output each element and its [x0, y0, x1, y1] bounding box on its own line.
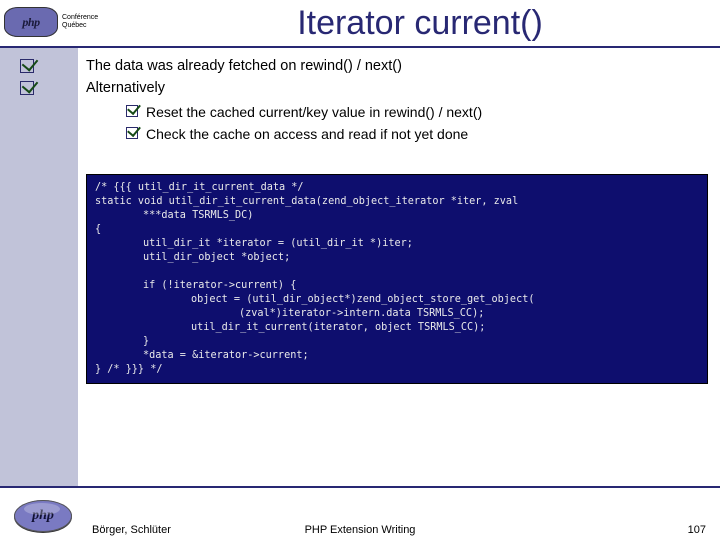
- conf-text-1: Conférence: [62, 14, 98, 22]
- footer-authors: Börger, Schlüter: [92, 524, 171, 536]
- checkbox-icon: [126, 105, 138, 117]
- sub-bullet-item: Check the cache on access and read if no…: [126, 124, 706, 144]
- page-number: 107: [688, 524, 706, 536]
- checkbox-icon: [20, 81, 34, 95]
- sub-bullet-item: Reset the cached current/key value in re…: [126, 102, 706, 122]
- sub-bullet-text: Check the cache on access and read if no…: [146, 124, 468, 144]
- php-logo-icon: php: [14, 500, 72, 532]
- slide: php Conférence Québec Iterator current()…: [0, 0, 720, 540]
- footer: php Börger, Schlüter PHP Extension Writi…: [0, 486, 720, 540]
- topbar: php Conférence Québec Iterator current(): [0, 0, 720, 48]
- checkbox-icon: [126, 127, 138, 139]
- left-stripe: [0, 0, 78, 540]
- bullet-text: Alternatively: [86, 78, 165, 98]
- code-block: /* {{{ util_dir_it_current_data */ stati…: [86, 174, 708, 384]
- slide-title: Iterator current(): [130, 4, 710, 43]
- checkbox-icon: [20, 59, 34, 73]
- footer-title: PHP Extension Writing: [305, 524, 416, 536]
- sub-bullet-list: Reset the cached current/key value in re…: [126, 102, 706, 144]
- sub-bullet-text: Reset the cached current/key value in re…: [146, 102, 482, 122]
- content-area: The data was already fetched on rewind()…: [86, 56, 706, 152]
- conference-logo: php Conférence Québec: [4, 2, 104, 42]
- conf-text-2: Québec: [62, 22, 98, 30]
- bullet-item: The data was already fetched on rewind()…: [86, 56, 706, 76]
- bullet-text: The data was already fetched on rewind()…: [86, 56, 402, 76]
- php-badge-icon: php: [4, 7, 58, 37]
- bullet-item: Alternatively: [86, 78, 706, 98]
